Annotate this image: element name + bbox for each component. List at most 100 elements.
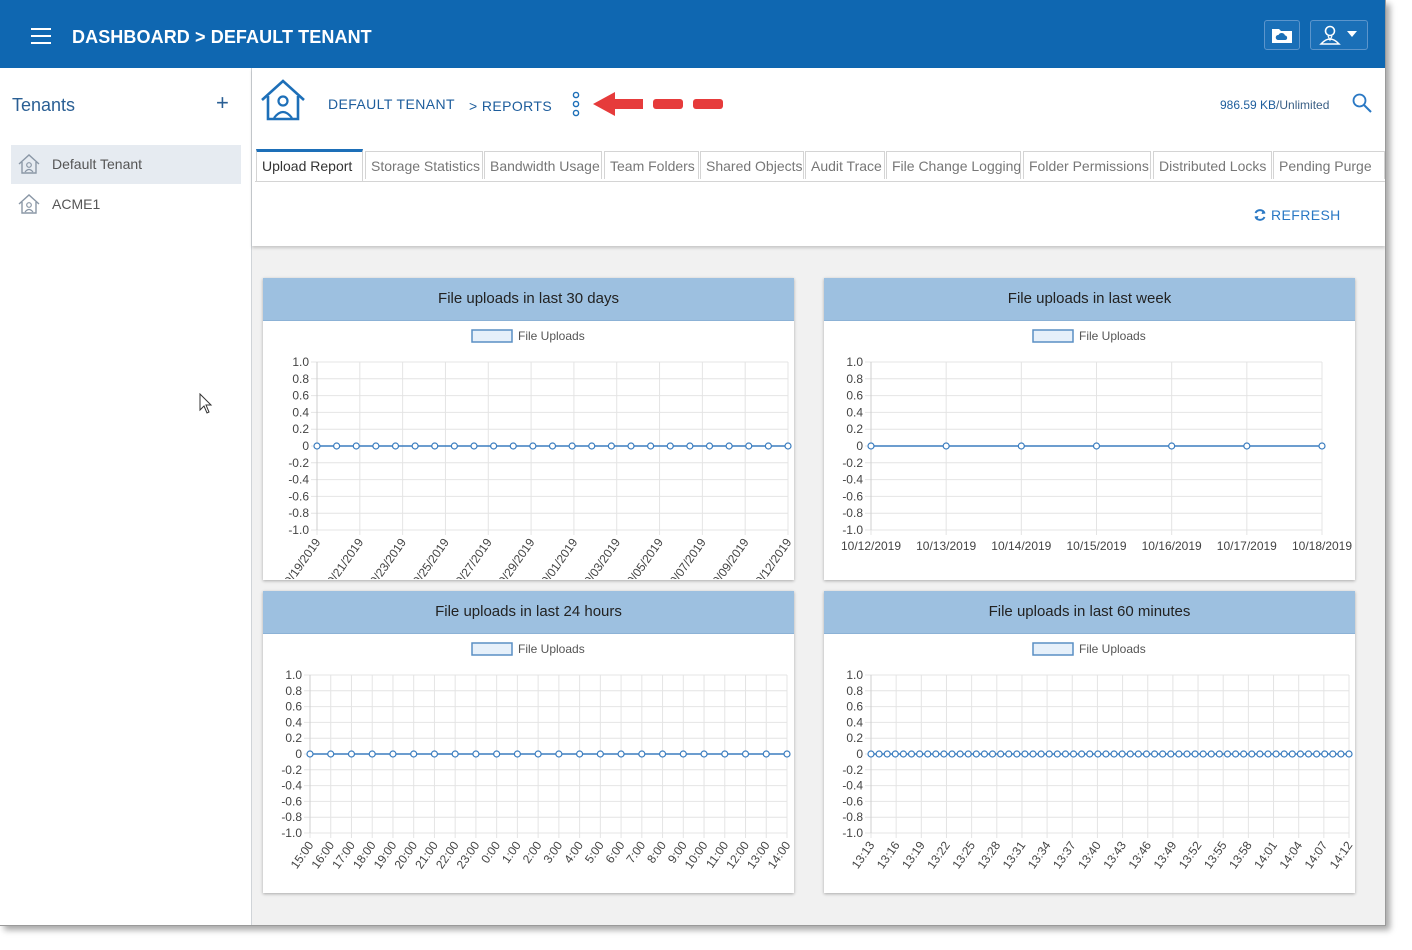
data-point[interactable] bbox=[493, 750, 501, 758]
data-point[interactable] bbox=[1150, 750, 1159, 758]
data-point[interactable] bbox=[1045, 750, 1053, 758]
data-point[interactable] bbox=[867, 442, 875, 450]
data-point[interactable] bbox=[1118, 750, 1126, 758]
tab-bandwidth-usage[interactable]: Bandwidth Usage bbox=[484, 151, 602, 179]
data-point[interactable] bbox=[658, 750, 667, 758]
data-point[interactable] bbox=[391, 442, 400, 450]
data-point[interactable] bbox=[1264, 750, 1272, 758]
data-point[interactable] bbox=[1183, 750, 1191, 758]
data-point[interactable] bbox=[679, 750, 687, 758]
data-point[interactable] bbox=[647, 442, 655, 450]
data-point[interactable] bbox=[783, 750, 791, 758]
data-point[interactable] bbox=[924, 750, 932, 758]
data-point[interactable] bbox=[513, 750, 521, 758]
tab-storage-statistics[interactable]: Storage Statistics bbox=[365, 151, 483, 179]
data-point[interactable] bbox=[1142, 750, 1151, 758]
data-point[interactable] bbox=[1240, 750, 1248, 758]
data-point[interactable] bbox=[875, 750, 883, 758]
data-point[interactable] bbox=[1207, 750, 1215, 758]
data-point[interactable] bbox=[997, 750, 1005, 758]
data-point[interactable] bbox=[368, 750, 376, 758]
data-point[interactable] bbox=[964, 750, 972, 758]
data-point[interactable] bbox=[607, 442, 615, 450]
tab-folder-permissions[interactable]: Folder Permissions bbox=[1023, 151, 1151, 179]
data-point[interactable] bbox=[705, 442, 714, 450]
data-point[interactable] bbox=[784, 442, 792, 450]
data-point[interactable] bbox=[988, 750, 997, 758]
data-point[interactable] bbox=[980, 750, 989, 758]
data-point[interactable] bbox=[389, 750, 397, 758]
data-point[interactable] bbox=[1272, 750, 1280, 758]
data-point[interactable] bbox=[327, 750, 335, 758]
data-point[interactable] bbox=[942, 442, 950, 450]
more-options-icon[interactable] bbox=[570, 90, 582, 118]
data-point[interactable] bbox=[1215, 750, 1223, 758]
data-point[interactable] bbox=[1037, 750, 1045, 758]
data-point[interactable] bbox=[745, 442, 753, 450]
data-point[interactable] bbox=[1191, 750, 1199, 758]
data-point[interactable] bbox=[347, 750, 356, 758]
data-point[interactable] bbox=[472, 750, 480, 758]
data-point[interactable] bbox=[411, 442, 419, 450]
sidebar-item-acme1[interactable]: ACME1 bbox=[11, 185, 241, 224]
data-point[interactable] bbox=[725, 442, 733, 450]
sidebar-item-default-tenant[interactable]: Default Tenant bbox=[11, 145, 241, 184]
data-point[interactable] bbox=[617, 750, 625, 758]
data-point[interactable] bbox=[899, 750, 908, 758]
data-point[interactable] bbox=[700, 750, 708, 758]
data-point[interactable] bbox=[1318, 442, 1326, 450]
data-point[interactable] bbox=[956, 750, 964, 758]
hamburger-menu-icon[interactable] bbox=[31, 28, 51, 44]
data-point[interactable] bbox=[1029, 750, 1037, 758]
data-point[interactable] bbox=[490, 442, 498, 450]
data-point[interactable] bbox=[1017, 442, 1025, 450]
data-point[interactable] bbox=[555, 750, 563, 758]
tab-pending-purge[interactable]: Pending Purge bbox=[1273, 151, 1385, 179]
data-point[interactable] bbox=[883, 750, 891, 758]
data-point[interactable] bbox=[1167, 750, 1175, 758]
data-point[interactable] bbox=[410, 750, 418, 758]
search-icon[interactable] bbox=[1351, 92, 1373, 114]
data-point[interactable] bbox=[1134, 750, 1142, 758]
data-point[interactable] bbox=[470, 442, 478, 450]
data-point[interactable] bbox=[1102, 750, 1110, 758]
data-point[interactable] bbox=[1288, 750, 1296, 758]
data-point[interactable] bbox=[1256, 750, 1264, 758]
data-point[interactable] bbox=[588, 442, 596, 450]
data-point[interactable] bbox=[568, 442, 576, 450]
data-point[interactable] bbox=[333, 442, 341, 450]
data-point[interactable] bbox=[721, 750, 729, 758]
data-point[interactable] bbox=[932, 750, 940, 758]
data-point[interactable] bbox=[1005, 750, 1013, 758]
data-point[interactable] bbox=[907, 750, 916, 758]
data-point[interactable] bbox=[1069, 750, 1078, 758]
data-point[interactable] bbox=[1013, 750, 1021, 758]
data-point[interactable] bbox=[666, 442, 674, 450]
data-point[interactable] bbox=[627, 442, 635, 450]
tab-file-change-logging[interactable]: File Change Logging bbox=[886, 151, 1021, 179]
data-point[interactable] bbox=[948, 750, 956, 758]
data-point[interactable] bbox=[352, 442, 360, 450]
data-point[interactable] bbox=[1280, 750, 1288, 758]
data-point[interactable] bbox=[764, 442, 772, 450]
data-point[interactable] bbox=[1345, 750, 1353, 758]
data-point[interactable] bbox=[1061, 750, 1070, 758]
data-point[interactable] bbox=[576, 750, 584, 758]
data-point[interactable] bbox=[1248, 750, 1256, 758]
data-point[interactable] bbox=[891, 750, 899, 758]
data-point[interactable] bbox=[596, 750, 604, 758]
data-point[interactable] bbox=[1053, 750, 1061, 758]
data-point[interactable] bbox=[1304, 750, 1313, 758]
cloud-folder-button[interactable] bbox=[1264, 20, 1300, 50]
data-point[interactable] bbox=[430, 750, 439, 758]
data-point[interactable] bbox=[529, 442, 537, 450]
tab-audit-trace[interactable]: Audit Trace bbox=[805, 151, 885, 179]
data-point[interactable] bbox=[1223, 750, 1232, 758]
data-point[interactable] bbox=[1199, 750, 1207, 758]
data-point[interactable] bbox=[1175, 750, 1183, 758]
data-point[interactable] bbox=[534, 750, 542, 758]
data-point[interactable] bbox=[450, 442, 458, 450]
refresh-button[interactable]: REFRESH bbox=[1253, 207, 1341, 223]
data-point[interactable] bbox=[548, 442, 557, 450]
data-point[interactable] bbox=[1329, 750, 1337, 758]
